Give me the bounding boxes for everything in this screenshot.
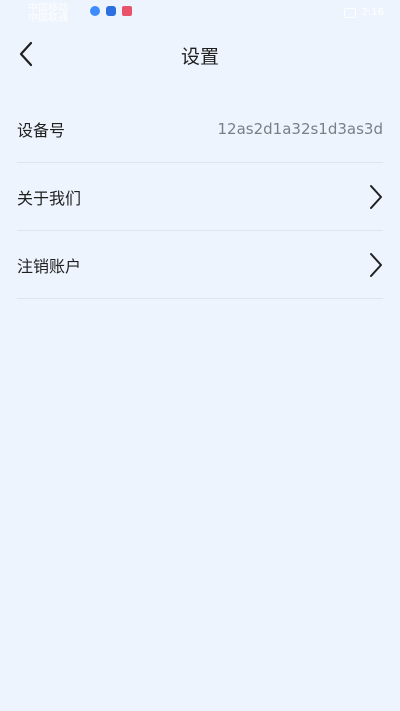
device-id-row: 设备号 12as2d1a32s1d3as3d (17, 95, 383, 163)
battery-icon (343, 7, 356, 18)
device-id-value: 12as2d1a32s1d3as3d (217, 119, 383, 138)
header: 设置 (0, 28, 400, 82)
logout-account-label: 注销账户 (17, 256, 82, 276)
chevron-right-icon (363, 183, 383, 211)
about-us-row[interactable]: 关于我们 (17, 163, 383, 231)
carrier-info: 中国移动 中国联通 (28, 4, 68, 24)
about-us-label: 关于我们 (17, 188, 82, 208)
app-notification-icon (90, 6, 100, 16)
system-status: 2:16 (343, 7, 384, 18)
app-notification-icon (106, 6, 116, 16)
logout-account-row[interactable]: 注销账户 (17, 231, 383, 299)
status-time: 2:16 (361, 7, 384, 18)
chevron-right-icon (363, 251, 383, 279)
device-id-label: 设备号 (17, 120, 66, 140)
carrier-bottom: 中国联通 (28, 13, 68, 24)
settings-list: 设备号 12as2d1a32s1d3as3d 关于我们 注销账户 (17, 95, 383, 299)
app-notification-icon (122, 6, 132, 16)
page-title: 设置 (180, 46, 219, 68)
status-bar: 中国移动 中国联通 2:16 (0, 0, 400, 28)
notification-icons (90, 6, 132, 16)
